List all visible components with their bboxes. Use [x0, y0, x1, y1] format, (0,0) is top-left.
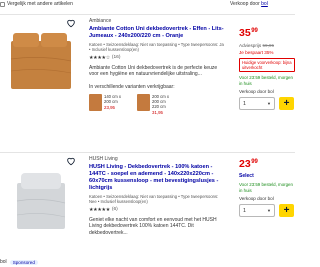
price-column: 35 99 Adviesprijs 59,95 Je bespaart 35% H… — [239, 27, 295, 111]
saving-text: Je bespaart 35% — [239, 50, 274, 55]
add-to-cart-button[interactable]: + — [279, 97, 294, 111]
product-info: HUSH Living HUSH Living - Dekbedovertrek… — [89, 156, 225, 236]
add-to-cart-button[interactable]: + — [279, 204, 294, 218]
seller-text: Verkoop door bol — [239, 89, 274, 95]
deal-badge: Huidige voorverkoop: bijna uitverkocht — [239, 58, 295, 72]
rating-count: (6) — [111, 207, 118, 213]
product-image[interactable] — [3, 157, 79, 237]
delivery-info: Voor 23:59 besteld, morgen in huis — [239, 75, 293, 86]
variants-list: 140 cm x 200 cm 23,95 200 cm x 200 cm 22… — [89, 93, 225, 115]
product-info: Ambiance Ambiante Cotton Uni dekbedovert… — [89, 18, 225, 115]
seller-text: Verkoop door bol — [239, 196, 274, 202]
quantity-select[interactable]: 1 ▼ — [239, 204, 275, 218]
compare-toggle[interactable]: Vergelijk met andere artikelen — [0, 1, 73, 7]
star-rating-icon: ★★★★★ — [89, 206, 110, 213]
product-title[interactable]: Ambiante Cotton Uni dekbedovertrek - Eff… — [89, 26, 225, 40]
product-brand[interactable]: Ambiance — [89, 18, 225, 24]
select-badge: Select — [239, 173, 254, 179]
product-image[interactable] — [3, 19, 79, 99]
wishlist-heart-icon[interactable] — [66, 18, 76, 28]
star-rating-icon: ★★★★☆ — [89, 54, 110, 61]
price-column: 23 99 Select Voor 23:59 besteld, morgen i… — [239, 158, 295, 218]
quantity-select[interactable]: 1 ▼ — [239, 97, 275, 111]
old-price: Adviesprijs 59,95 — [239, 43, 274, 48]
compare-checkbox[interactable] — [0, 1, 5, 7]
variant-thumbnail — [137, 93, 150, 111]
variant-price: 31,95 — [152, 109, 163, 115]
product-tags: Katoen • Seizoensdeklaag: Niet van toepa… — [89, 194, 219, 205]
sponsored-pill: Sponsored — [9, 259, 38, 265]
product-card: HUSH Living HUSH Living - Dekbedovertrek… — [0, 152, 295, 267]
product-description: Ambiante Cotton Uni dekbedovertrek is de… — [89, 64, 218, 78]
bedding-photo — [3, 19, 79, 99]
variant-option[interactable]: 200 cm x 200 cm 220 cm 31,95 — [137, 93, 181, 115]
compare-label: Vergelijk met andere artikelen — [7, 1, 73, 7]
delivery-info: Voor 23:59 besteld, morgen in huis — [239, 182, 293, 193]
product-tags: Katoen • Seizoensdeklaag: Niet van toepa… — [89, 42, 224, 53]
seller-info: Verkoop door bol — [230, 1, 268, 7]
seller-link[interactable]: bol — [261, 1, 268, 7]
variants-title: In verschillende varianten verkrijgbaar: — [89, 83, 175, 90]
product-card: Ambiance Ambiante Cotton Uni dekbedovert… — [0, 14, 295, 149]
add-to-cart-row: 1 ▼ + — [239, 204, 295, 218]
add-to-cart-row: 1 ▼ + — [239, 97, 295, 111]
product-title[interactable]: HUSH Living - Dekbedovertrek - 100% kato… — [89, 164, 225, 192]
product-price: 35 99 — [239, 27, 258, 39]
bottom-strip: bol Sponsored — [0, 259, 38, 265]
product-brand[interactable]: HUSH Living — [89, 156, 225, 162]
variant-thumbnail — [89, 93, 102, 111]
wishlist-heart-icon[interactable] — [66, 156, 76, 166]
bottom-left-text: bol — [0, 259, 7, 265]
chevron-down-icon: ▼ — [267, 101, 271, 107]
product-rating: ★★★★★ (6) — [89, 207, 225, 213]
top-strip: Vergelijk met andere artikelen Verkoop d… — [0, 0, 295, 12]
chevron-down-icon: ▼ — [267, 208, 271, 214]
variant-price: 23,95 — [104, 104, 115, 110]
rating-count: (16) — [111, 55, 121, 61]
variant-option[interactable]: 140 cm x 200 cm 23,95 — [89, 93, 133, 115]
product-rating: ★★★★☆ (16) — [89, 55, 225, 61]
product-price: 23 99 — [239, 158, 258, 170]
bedding-photo — [3, 157, 79, 237]
product-description: Geniet elke nacht van comfort en eenvoud… — [89, 216, 217, 236]
